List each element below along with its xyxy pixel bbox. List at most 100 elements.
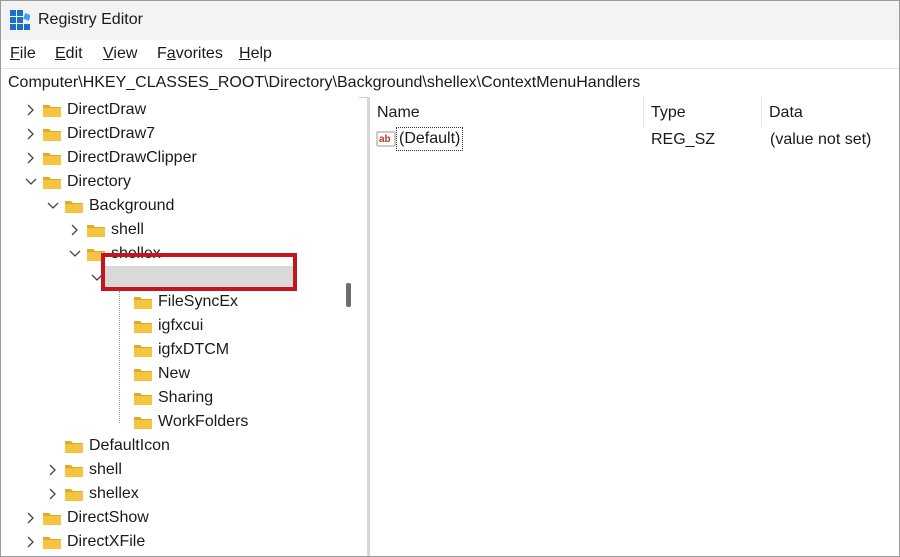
menu-help-label: elp bbox=[250, 45, 272, 62]
menu-favorites-label: vorites bbox=[175, 45, 223, 62]
folder-icon bbox=[43, 513, 61, 525]
tree-item[interactable]: igfxDTCM bbox=[1, 339, 339, 361]
chevron-right-icon[interactable] bbox=[25, 151, 37, 165]
tree-scrollbar-thumb[interactable] bbox=[346, 283, 351, 307]
chevron-down-icon[interactable] bbox=[47, 199, 59, 213]
chevron-right-icon[interactable] bbox=[69, 223, 81, 237]
selected-tree-item-overlay[interactable] bbox=[105, 266, 293, 288]
column-header-type[interactable]: Type bbox=[644, 97, 762, 127]
key-tree[interactable]: DirectDraw DirectDraw7 DirectDrawClipper… bbox=[1, 97, 339, 556]
folder-icon bbox=[134, 393, 152, 405]
tree-item-label: shellex bbox=[89, 485, 139, 502]
menu-view-label: iew bbox=[113, 45, 138, 62]
address-path[interactable]: Computer\HKEY_CLASSES_ROOT\Directory\Bac… bbox=[8, 74, 640, 92]
menu-bar: File Edit View Favorites Help bbox=[1, 40, 899, 68]
folder-icon bbox=[43, 153, 61, 165]
tree-item[interactable]: DirectXFile bbox=[1, 531, 339, 553]
chevron-down-icon[interactable] bbox=[25, 175, 37, 189]
tree-item[interactable]: shell bbox=[1, 459, 339, 481]
tree-item[interactable]: New bbox=[1, 363, 339, 385]
chevron-right-icon[interactable] bbox=[25, 511, 37, 525]
chevron-right-icon[interactable] bbox=[25, 103, 37, 117]
menu-help[interactable]: Help bbox=[239, 45, 272, 63]
tree-item[interactable]: DirectDrawClipper bbox=[1, 147, 339, 169]
title-bar[interactable]: Registry Editor bbox=[1, 1, 899, 40]
chevron-down-icon[interactable] bbox=[69, 247, 81, 261]
tree-item[interactable]: Sharing bbox=[1, 387, 339, 409]
tree-item-label: DirectShow bbox=[67, 509, 149, 526]
folder-icon bbox=[43, 105, 61, 117]
folder-icon bbox=[43, 129, 61, 141]
menu-favorites-pre: F bbox=[157, 45, 167, 62]
tree-item-label: DirectDrawClipper bbox=[67, 149, 197, 166]
folder-icon bbox=[87, 225, 105, 237]
folder-icon bbox=[134, 345, 152, 357]
tree-item-label: Background bbox=[89, 197, 175, 214]
tree-item-label: Sharing bbox=[158, 389, 214, 406]
tree-item-label: Directory bbox=[67, 173, 132, 190]
menu-favorites[interactable]: Favorites bbox=[157, 45, 223, 63]
menu-edit-label: dit bbox=[65, 45, 83, 62]
tree-item-label: FileSyncEx bbox=[158, 293, 239, 310]
tree-item[interactable]: DefaultIcon bbox=[1, 435, 339, 457]
tree-item-label: igfxcui bbox=[158, 317, 204, 334]
tree-item-label: WorkFolders bbox=[158, 413, 249, 430]
tree-item[interactable]: igfxcui bbox=[1, 315, 339, 337]
column-header-name[interactable]: Name bbox=[370, 97, 644, 127]
tree-item-label: New bbox=[158, 365, 191, 382]
menu-view-accel: V bbox=[103, 45, 114, 62]
tree-item[interactable]: DirectDraw7 bbox=[1, 123, 339, 145]
tree-item[interactable]: Directory bbox=[1, 171, 339, 193]
menu-help-accel: H bbox=[239, 45, 251, 62]
column-header-data[interactable]: Data bbox=[762, 97, 899, 127]
registry-editor-icon bbox=[10, 10, 30, 30]
menu-edit[interactable]: Edit bbox=[55, 45, 83, 63]
menu-file-accel: F bbox=[10, 45, 20, 62]
tree-item-label: shell bbox=[89, 461, 122, 478]
chevron-right-icon[interactable] bbox=[47, 487, 59, 501]
tree-item[interactable]: FileSyncEx bbox=[1, 291, 339, 313]
menu-edit-accel: E bbox=[55, 45, 66, 62]
folder-icon bbox=[134, 321, 152, 333]
folder-icon bbox=[43, 537, 61, 549]
menu-file[interactable]: File bbox=[10, 45, 36, 63]
value-type: REG_SZ bbox=[651, 131, 716, 148]
tree-item-label: DefaultIcon bbox=[89, 437, 170, 454]
folder-icon bbox=[134, 417, 152, 429]
folder-icon bbox=[65, 441, 83, 453]
tree-scrollbar[interactable] bbox=[339, 97, 359, 556]
address-bar[interactable]: Computer\HKEY_CLASSES_ROOT\Directory\Bac… bbox=[1, 68, 899, 98]
tree-item[interactable]: shellex bbox=[1, 483, 339, 505]
tree-item[interactable]: WorkFolders bbox=[1, 411, 339, 433]
folder-icon bbox=[43, 177, 61, 189]
folder-icon bbox=[65, 201, 83, 213]
folder-icon bbox=[65, 465, 83, 477]
registry-editor-window: Registry Editor File Edit View Favorites… bbox=[0, 0, 900, 557]
menu-favorites-accel: a bbox=[166, 45, 176, 62]
chevron-right-icon[interactable] bbox=[25, 535, 37, 549]
menu-file-label: ile bbox=[19, 45, 36, 62]
folder-icon bbox=[134, 369, 152, 381]
tree-item-label: shell bbox=[111, 221, 144, 238]
value-name-focus[interactable]: (Default) bbox=[396, 127, 464, 151]
folder-icon bbox=[134, 297, 152, 309]
tree-item[interactable]: DirectShow bbox=[1, 507, 339, 529]
tree-item[interactable]: shell bbox=[1, 219, 339, 241]
tree-item-label: DirectDraw bbox=[67, 101, 147, 118]
value-name: (Default) bbox=[399, 130, 461, 147]
value-data: (value not set) bbox=[770, 131, 872, 148]
values-list[interactable]: Name Type Data ab (Default) REG_SZ (valu… bbox=[370, 97, 899, 556]
value-row[interactable]: ab (Default) REG_SZ (value not set) bbox=[370, 127, 899, 151]
tree-item-label: DirectDraw7 bbox=[67, 125, 156, 142]
window-title: Registry Editor bbox=[38, 11, 143, 28]
tree-item-label: igfxDTCM bbox=[158, 341, 230, 358]
string-value-icon: ab bbox=[376, 131, 396, 147]
menu-view[interactable]: View bbox=[103, 45, 137, 63]
svg-text:ab: ab bbox=[379, 134, 391, 145]
tree-item[interactable]: Background bbox=[1, 195, 339, 217]
tree-item[interactable]: DirectDraw bbox=[1, 99, 339, 121]
chevron-right-icon[interactable] bbox=[25, 127, 37, 141]
tree-item-label: DirectXFile bbox=[67, 533, 146, 550]
folder-icon bbox=[65, 489, 83, 501]
chevron-right-icon[interactable] bbox=[47, 463, 59, 477]
